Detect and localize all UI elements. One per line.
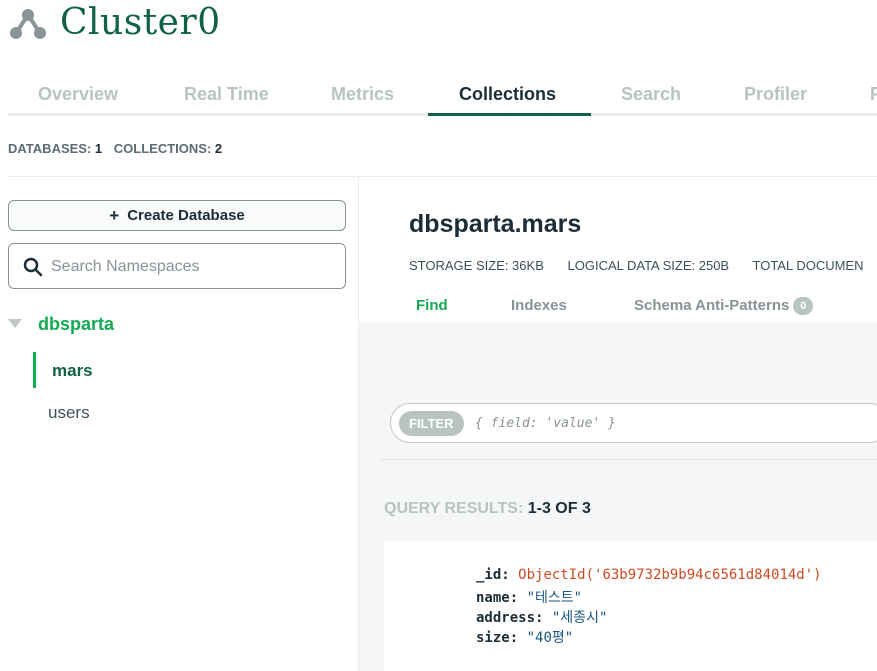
collection-item-users[interactable]: users [48,403,90,423]
collection-item-mars[interactable]: mars [52,361,93,381]
logical-data-size: LOGICAL DATA SIZE: 250B [567,258,730,273]
tab-real-time[interactable]: Real Time [184,84,269,105]
field-value: "세종시" [551,610,608,626]
divider [8,176,877,177]
subtab-indexes[interactable]: Indexes [511,297,567,314]
search-namespaces-input[interactable]: Search Namespaces [8,243,346,289]
document-card[interactable]: _id: ObjectId('63b9732b9b94c6561d84014d'… [384,541,877,671]
databases-count: 1 [94,141,103,156]
search-placeholder: Search Namespaces [51,258,200,275]
collection-stats: STORAGE SIZE: 36KB LOGICAL DATA SIZE: 25… [409,258,877,273]
field-key: _id: [476,567,510,583]
subtab-schema-anti-patterns[interactable]: Schema Anti-Patterns 0 [634,297,814,316]
namespace-counts: DATABASES: 1 COLLECTIONS: 2 [8,141,230,156]
search-icon [23,257,43,277]
cluster-icon [10,9,46,39]
field-key: name: [476,590,519,606]
query-divider [380,459,877,460]
plus-icon: + [109,205,120,225]
filter-input[interactable]: FILTER { field: 'value' } [390,403,877,443]
tab-profiler[interactable]: Profiler [744,84,807,105]
results-label: QUERY RESULTS: [384,500,524,517]
total-documents: TOTAL DOCUMEN [752,258,864,273]
tab-truncated[interactable]: P [870,84,877,105]
tab-metrics[interactable]: Metrics [331,84,394,105]
tab-search[interactable]: Search [621,84,681,105]
subtab-find[interactable]: Find [416,297,448,314]
caret-down-icon[interactable] [8,319,22,328]
database-item-dbsparta[interactable]: dbsparta [38,314,114,335]
field-value: ObjectId('63b9732b9b94c6561d84014d') [518,567,822,583]
doc-field-address: address: "세종시" [476,607,607,627]
cluster-tabs: Overview Real Time Metrics Collections S… [8,76,877,116]
doc-field-id: _id: ObjectId('63b9732b9b94c6561d84014d'… [476,567,822,583]
filter-label: FILTER [399,411,464,436]
field-key: size: [476,630,519,646]
collections-label: COLLECTIONS: [113,141,212,156]
query-results: QUERY RESULTS: 1-3 OF 3 [384,500,591,518]
create-database-label: Create Database [127,207,245,224]
tab-collections[interactable]: Collections [459,84,556,105]
active-collection-indicator [33,352,36,388]
cluster-title: Cluster0 [60,2,221,43]
filter-placeholder: { field: 'value' } [475,416,616,431]
collections-count: 2 [214,141,223,156]
field-key: address: [476,610,544,626]
storage-size: STORAGE SIZE: 36KB [409,258,544,273]
field-value: "테스트" [526,590,583,606]
tab-overview[interactable]: Overview [38,84,118,105]
header: Cluster0 [0,0,877,60]
doc-field-name: name: "테스트" [476,587,582,607]
databases-label: DATABASES: [8,141,92,156]
create-database-button[interactable]: + Create Database [8,200,346,231]
results-count: 1-3 OF 3 [527,500,591,517]
schema-label: Schema Anti-Patterns [634,297,790,314]
schema-count-badge: 0 [793,297,814,316]
active-tab-indicator [428,113,591,116]
field-value: "40평" [526,630,574,646]
namespace-title: dbsparta.mars [409,210,582,238]
doc-field-size: size: "40평" [476,627,573,647]
